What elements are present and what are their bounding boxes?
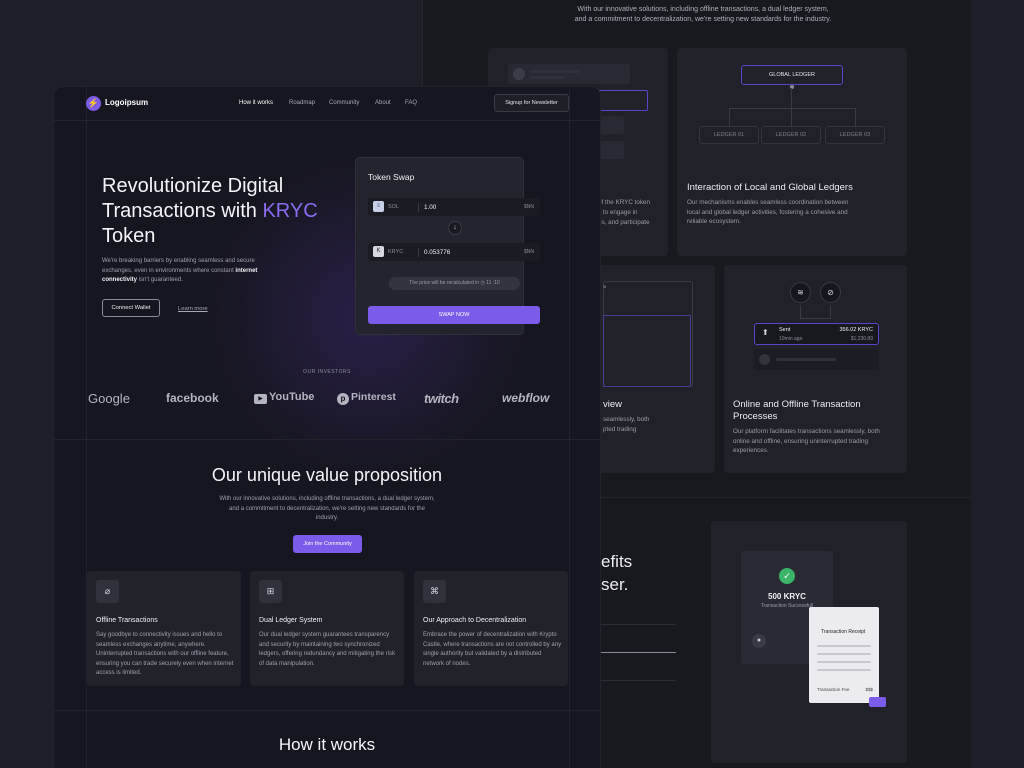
feature-card-decentralization: ⌘ Our Approach to Decentralization Embra… xyxy=(414,571,568,686)
nav-link-community[interactable]: Community xyxy=(329,100,359,106)
receipt-amount: 500 KRYC xyxy=(768,592,806,601)
fee-value: $$$ xyxy=(865,687,873,692)
token-swap-widget: Token Swap ≡ SOL 1.00 $NN ↓ K KRYC 0.053… xyxy=(355,157,540,335)
swap-to-field[interactable]: K KRYC 0.053776 $NN xyxy=(368,243,540,261)
swap-direction-icon[interactable]: ↓ xyxy=(448,221,462,235)
clock-icon: ◷ xyxy=(480,280,485,286)
nav-link-about[interactable]: About xyxy=(375,100,391,106)
pinterest-icon: p xyxy=(337,393,349,405)
pinterest-logo: Pinterest xyxy=(351,391,396,403)
offline-card-title: Online and Offline Transaction Processes xyxy=(733,399,861,422)
ledger-card-desc: Our mechanisms enables seamless coordina… xyxy=(687,199,849,225)
to-usd-value: $NN xyxy=(523,249,534,255)
receipt-card: ✓ 500 KRYC Transaction Successfull ● Tra… xyxy=(711,521,907,763)
facebook-logo: facebook xyxy=(166,391,219,405)
ledger-03-box: LEDGER 03 xyxy=(825,126,885,144)
join-community-button[interactable]: Join the Community xyxy=(293,535,362,553)
wifi-icon: ≋ xyxy=(790,282,811,303)
how-it-works-title: How it works xyxy=(278,735,376,754)
feature-card-dual-ledger: ⊞ Dual Ledger System Our dual ledger sys… xyxy=(250,571,404,686)
check-icon: ✓ xyxy=(779,568,795,584)
kryc-token-icon: K xyxy=(373,246,384,257)
swap-now-button[interactable]: SWAP NOW xyxy=(368,306,540,324)
network-icon: ⌘ xyxy=(423,580,446,603)
logo-icon[interactable]: ⚡ xyxy=(86,96,101,111)
hero-subtitle: We're breaking barriers by enabling seam… xyxy=(102,258,258,283)
ledger-card-title: Interaction of Local and Global Ledgers xyxy=(687,182,853,193)
swap-from-field[interactable]: ≡ SOL 1.00 $NN xyxy=(368,198,540,216)
webflow-logo: webflow xyxy=(502,391,550,405)
learn-more-link[interactable]: Learn more xyxy=(178,306,208,312)
from-amount-input[interactable]: 1.00 xyxy=(418,203,436,212)
investors-label: OUR INVESTORS xyxy=(303,369,351,375)
landing-page: ⚡ Logoipsum How it works Roadmap Communi… xyxy=(53,86,601,768)
avatar xyxy=(513,68,525,80)
connect-wallet-button[interactable]: Connect Wallet xyxy=(102,299,160,317)
price-recalc-timer: The price will be recalculated in ◷ 11 :… xyxy=(389,277,520,290)
wifi-off-icon: ⊘ xyxy=(820,282,841,303)
close-icon: × xyxy=(603,285,607,291)
top-nav: ⚡ Logoipsum How it works Roadmap Communi… xyxy=(54,87,600,120)
user-icon: ● xyxy=(752,634,766,648)
to-token-name[interactable]: KRYC xyxy=(388,249,403,255)
nav-link-faq[interactable]: FAQ xyxy=(405,100,417,106)
ledger-01-box: LEDGER 01 xyxy=(699,126,759,144)
signup-newsletter-button[interactable]: Signup for Newsletter xyxy=(494,94,569,112)
twitch-logo: twitch xyxy=(424,391,459,406)
back-intro-text: With our innovative solutions, including… xyxy=(574,6,832,23)
benefits-heading-partial: efits ser. xyxy=(601,552,633,594)
token-swap-title: Token Swap xyxy=(368,172,415,182)
from-usd-value: $NN xyxy=(523,204,534,210)
folder-add-icon: ⊞ xyxy=(259,580,282,603)
nav-link-how-it-works[interactable]: How it works xyxy=(239,100,273,106)
nav-link-roadmap[interactable]: Roadmap xyxy=(289,100,315,106)
google-logo: Google xyxy=(88,391,130,406)
offline-card-desc: Our platform facilitates transactions se… xyxy=(733,428,880,454)
youtube-play-icon: ▶ xyxy=(254,394,267,404)
feature-card-offline: ⌀ Offline Transactions Say goodbye to co… xyxy=(87,571,241,686)
receipt-stamp xyxy=(869,697,886,707)
wifi-off-icon: ⌀ xyxy=(96,580,119,603)
hero-title: Revolutionize Digital Transactions with … xyxy=(102,175,318,247)
value-prop-subtitle: With our innovative solutions, including… xyxy=(219,496,435,521)
from-token-name[interactable]: SOL xyxy=(388,204,399,210)
ledger-02-box: LEDGER 02 xyxy=(761,126,821,144)
ledger-card: GLOBAL LEDGER LEDGER 01 LEDGER 02 LEDGER… xyxy=(677,48,907,256)
fee-label: Transaction Fee xyxy=(817,687,850,692)
logo-text[interactable]: Logoipsum xyxy=(105,98,148,107)
sent-transaction-row: ⬆ Sent 10min ago 356.02 KRYC $1,230.89 xyxy=(754,323,879,345)
value-prop-title: Our unique value proposition xyxy=(211,465,443,485)
to-amount-input[interactable]: 0.053776 xyxy=(418,248,450,257)
arrow-up-icon: ⬆ xyxy=(762,328,769,337)
receipt-title: Transaction Receipt xyxy=(821,629,866,635)
offline-online-card: ≋ ⊘ ⬆ Sent 10min ago 356.02 KRYC $1,230.… xyxy=(724,265,907,473)
global-ledger-box: GLOBAL LEDGER xyxy=(741,65,843,85)
youtube-logo: YouTube xyxy=(269,391,315,403)
sol-token-icon: ≡ xyxy=(373,201,384,212)
